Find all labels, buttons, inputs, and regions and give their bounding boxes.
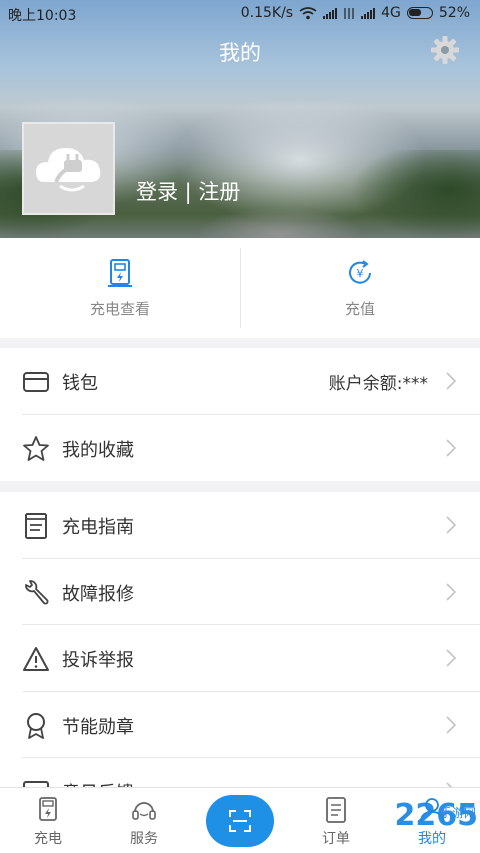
login-register-link[interactable]: 登录 | 注册: [136, 176, 240, 206]
status-bar: 晚上10:03 0.15K/s 4G 52%: [0, 0, 480, 28]
charge-check-label: 充电查看: [89, 300, 150, 318]
recharge-label: 充值: [344, 300, 375, 318]
chevron-right-icon: [446, 516, 456, 534]
chevron-right-icon: [446, 649, 456, 667]
svg-text:¥: ¥: [357, 267, 364, 280]
list-item-label: 我的收藏: [62, 439, 134, 461]
list-item-wallet[interactable]: 钱包 账户余额:***: [22, 348, 480, 415]
cloud-plug-logo-icon: [36, 148, 101, 192]
list-item-energy-medal[interactable]: 节能勋章: [22, 692, 480, 758]
chevron-right-icon: [446, 715, 456, 734]
scan-icon: [229, 810, 251, 832]
avatar[interactable]: [22, 122, 115, 215]
signal-icon-2: [361, 7, 376, 19]
network-type: 4G: [381, 5, 401, 21]
charger-icon: [108, 259, 132, 287]
battery-icon: [406, 7, 433, 19]
headset-icon: [132, 802, 156, 820]
list-item-favorites[interactable]: 我的收藏: [22, 415, 480, 482]
watermark-sub: 手游网: [439, 806, 476, 820]
status-time: 晚上10:03: [8, 8, 77, 24]
services-group: 充电指南 故障报修 投诉举报 节能勋章 意见反馈: [0, 492, 480, 825]
chevron-right-icon: [446, 438, 456, 457]
list-item-charging-guide[interactable]: 充电指南: [22, 492, 480, 559]
list-item-label: 故障报修: [62, 583, 134, 605]
scan-button[interactable]: [206, 795, 274, 847]
wallet-icon: [23, 372, 49, 392]
yen-refresh-icon: ¥: [349, 260, 371, 284]
signal-icon: [323, 7, 338, 19]
nav-charge[interactable]: 充电: [0, 788, 96, 853]
list-item-label: 投诉举报: [62, 650, 134, 671]
nav-orders-label: 订单: [322, 831, 350, 847]
signal-disabled-icon: [344, 7, 354, 19]
wallet-favorites-group: 钱包 账户余额:*** 我的收藏: [0, 348, 480, 481]
nav-service[interactable]: 服务: [96, 788, 192, 853]
battery-level: 52%: [438, 5, 470, 21]
recharge-button[interactable]: ¥ 充值: [240, 238, 480, 338]
account-balance: 账户余额:***: [328, 374, 428, 394]
list-item-label: 节能勋章: [62, 716, 134, 738]
warning-icon: [23, 647, 49, 671]
medal-icon: [27, 712, 45, 739]
chevron-right-icon: [446, 372, 456, 390]
star-icon: [23, 435, 49, 461]
list-item-label: 充电指南: [62, 517, 134, 538]
nav-service-label: 服务: [130, 831, 158, 847]
network-speed: 0.15K/s: [240, 5, 294, 21]
guide-book-icon: [25, 513, 47, 539]
wifi-icon: [299, 6, 317, 19]
list-item-fault-repair[interactable]: 故障报修: [22, 559, 480, 625]
list-item-complaint[interactable]: 投诉举报: [22, 625, 480, 692]
nav-orders[interactable]: 订单: [288, 788, 384, 853]
gear-icon[interactable]: [430, 35, 460, 65]
nav-charge-label: 充电: [34, 831, 62, 847]
list-item-label: 钱包: [62, 373, 98, 394]
charger-icon: [39, 797, 57, 821]
chevron-right-icon: [446, 582, 456, 601]
wrench-icon: [25, 579, 49, 604]
watermark: 2265 手游网: [395, 798, 479, 833]
order-icon: [326, 797, 346, 823]
page-title: 我的: [219, 41, 261, 65]
charge-check-button[interactable]: 充电查看: [0, 238, 240, 338]
quick-actions: 充电查看 ¥ 充值: [0, 238, 480, 338]
